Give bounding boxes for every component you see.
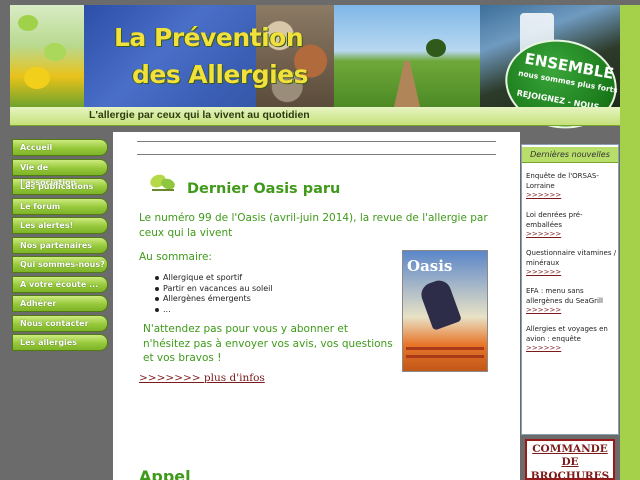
nav-item-alertes[interactable]: Les alertes! (12, 217, 108, 234)
news-text: Questionnaire vitamines / minéraux (526, 249, 617, 267)
field-photo (334, 5, 480, 107)
news-sidebar: Dernières nouvelles Enquête de l'ORSAS-L… (521, 144, 619, 435)
nav-item-vie-association[interactable]: Vie de l'association (12, 158, 108, 187)
tagline-bar: L'allergie par ceux qui la vivent au quo… (10, 107, 620, 126)
news-link[interactable]: >>>>>> (526, 344, 618, 354)
brochures-line2: BROCHURES (530, 470, 610, 480)
news-link[interactable]: >>>>>> (526, 306, 618, 316)
main-content: Dernier Oasis paru Le numéro 99 de l'Oas… (113, 132, 520, 480)
tagline: L'allergie par ceux qui la vivent au quo… (89, 109, 310, 121)
news-item: Enquête de l'ORSAS-Lorraine >>>>>> (526, 172, 618, 201)
flowers-photo (10, 5, 84, 107)
cover-stripe (406, 355, 484, 358)
intro-text: Le numéro 99 de l'Oasis (avril-juin 2014… (139, 212, 488, 239)
butterfly-icon (150, 174, 175, 191)
more-info-link[interactable]: >>>>>>> plus d'infos (139, 372, 265, 384)
nav-item-partenaires[interactable]: Nos partenaires (12, 236, 108, 254)
next-section-title: Appel (139, 467, 191, 480)
sidebar-header: Dernières nouvelles (522, 147, 618, 163)
order-brochures-button[interactable]: COMMANDE DE BROCHURES (525, 439, 615, 480)
nav-item-allergies[interactable]: Les allergies (12, 334, 108, 351)
cover-figure (418, 277, 462, 331)
divider-top (137, 141, 496, 142)
left-nav: Accueil Vie de l'association Les publica… (12, 139, 108, 354)
nav-item-publications[interactable]: Les publications (12, 178, 108, 195)
news-text: Enquête de l'ORSAS-Lorraine (526, 172, 599, 190)
list-item: ... (153, 305, 273, 316)
news-item: Loi denrées pré-emballées >>>>>> (526, 211, 618, 240)
news-link[interactable]: >>>>>> (526, 191, 618, 201)
list-item: Allergique et sportif (153, 273, 273, 284)
news-item: Allergies et voyages en avion : enquête … (526, 325, 618, 354)
news-item: Questionnaire vitamines / minéraux >>>>>… (526, 249, 618, 278)
news-link[interactable]: >>>>>> (526, 268, 618, 278)
nav-item-adherer[interactable]: Adhérer (12, 295, 108, 312)
magazine-cover-image[interactable]: Oasis (402, 250, 488, 372)
site-title-line2: des Allergies (132, 60, 309, 89)
nav-item-contacter[interactable]: Nous contacter (12, 314, 108, 332)
list-item: Allergènes émergents (153, 294, 273, 305)
brochures-line1: COMMANDE DE (532, 443, 608, 468)
stones-photo (256, 5, 334, 107)
subscribe-text: N'attendez pas pour vous y abonner et n'… (143, 323, 393, 364)
news-text: EFA : menu sans allergènes du SeaGrill (526, 287, 603, 305)
site-title-line1: La Prévention (114, 23, 304, 52)
section-title: Dernier Oasis paru (187, 181, 341, 197)
nav-item-accueil[interactable]: Accueil (12, 139, 108, 156)
nav-item-qui-sommes-nous[interactable]: Qui sommes-nous? (12, 256, 108, 273)
cover-logo: Oasis (407, 257, 453, 275)
summary-list: Allergique et sportif Partir en vacances… (153, 273, 273, 315)
right-accent-band (620, 5, 640, 480)
news-link[interactable]: >>>>>> (526, 230, 618, 240)
sidebar-title: Dernières nouvelles (530, 150, 610, 159)
cover-stripe (406, 347, 484, 350)
list-item: Partir en vacances au soleil (153, 284, 273, 295)
news-text: Loi denrées pré-emballées (526, 211, 583, 229)
divider-second (137, 154, 496, 155)
news-item: EFA : menu sans allergènes du SeaGrill >… (526, 287, 618, 316)
nav-item-forum[interactable]: Le forum (12, 197, 108, 215)
nav-item-ecoute[interactable]: A votre écoute ... (12, 275, 108, 293)
summary-label: Au sommaire: (139, 251, 212, 263)
news-text: Allergies et voyages en avion : enquête (526, 325, 608, 343)
